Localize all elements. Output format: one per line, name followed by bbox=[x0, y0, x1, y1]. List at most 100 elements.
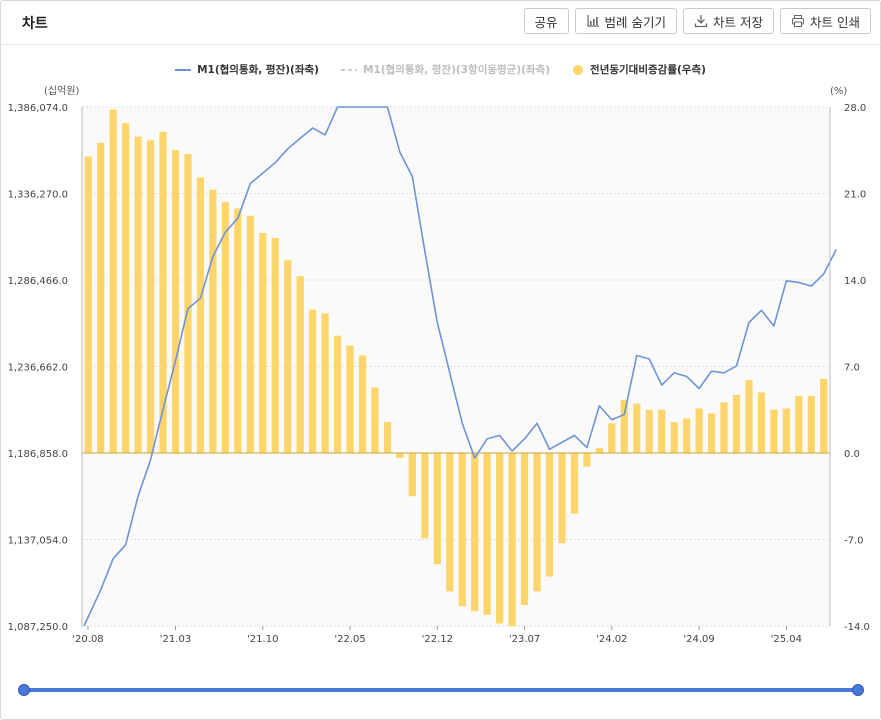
bar bbox=[271, 237, 279, 453]
bar bbox=[122, 123, 130, 454]
legend-item-m1[interactable]: M1(협의통화, 평잔)(좌축) bbox=[175, 62, 319, 77]
x-axis-tick-label: '21.10 bbox=[247, 634, 278, 645]
bar bbox=[296, 276, 304, 453]
bar bbox=[645, 409, 653, 453]
bar bbox=[583, 453, 591, 467]
save-chart-button[interactable]: 차트 저장 bbox=[683, 8, 775, 34]
bar bbox=[707, 413, 716, 453]
bar bbox=[371, 387, 379, 453]
bar bbox=[196, 177, 205, 453]
bar bbox=[520, 453, 529, 605]
bar bbox=[171, 150, 180, 453]
bar bbox=[471, 453, 479, 612]
x-axis-tick-label: '22.12 bbox=[422, 634, 453, 645]
bar bbox=[558, 453, 566, 544]
x-axis-tick-label: '23.07 bbox=[509, 634, 540, 645]
bar bbox=[670, 422, 678, 453]
range-slider-track[interactable] bbox=[24, 688, 858, 692]
hide-legend-button[interactable]: 범례 숨기기 bbox=[574, 8, 678, 34]
range-slider[interactable] bbox=[18, 684, 864, 696]
left-axis-tick-label: 1,236,662.0 bbox=[8, 363, 68, 374]
chart-plot: (십억원) (%) 1,386,074.0 28.0 1,336,270.0 21.0… bbox=[8, 85, 870, 645]
legend-item-yoy-rate[interactable]: 전년동기대비증감률(우측) bbox=[572, 62, 706, 77]
left-axis-tick-label: 1,336,270.0 bbox=[8, 190, 68, 201]
x-axis-tick-label: '24.02 bbox=[596, 634, 627, 645]
hide-legend-button-label: 범례 숨기기 bbox=[604, 14, 667, 30]
right-axis-tick-label: 0.0 bbox=[844, 449, 860, 460]
printer-icon bbox=[792, 15, 805, 27]
download-icon bbox=[694, 15, 708, 28]
share-button[interactable]: 공유 bbox=[523, 8, 569, 34]
bar bbox=[446, 453, 454, 592]
range-slider-start-handle[interactable] bbox=[18, 684, 30, 696]
bar bbox=[421, 453, 429, 539]
bar bbox=[570, 453, 579, 514]
right-axis-tick-label: 21.0 bbox=[844, 190, 866, 201]
left-axis-tick-label: 1,087,250.0 bbox=[8, 622, 68, 633]
bar bbox=[545, 453, 554, 577]
x-axis-tick-label: '21.03 bbox=[160, 634, 191, 645]
bar bbox=[458, 453, 466, 607]
bar bbox=[496, 453, 504, 624]
bar bbox=[321, 313, 329, 453]
left-axis-tick-label: 1,137,054.0 bbox=[8, 536, 68, 547]
save-chart-button-label: 차트 저장 bbox=[713, 14, 764, 30]
bar bbox=[346, 345, 354, 453]
bar bbox=[396, 453, 404, 458]
bar bbox=[259, 233, 267, 453]
bar bbox=[284, 260, 292, 453]
bar bbox=[146, 140, 155, 453]
legend-label-yoy-rate: 전년동기대비증감률(우측) bbox=[590, 64, 706, 76]
line-swatch-icon bbox=[175, 68, 192, 71]
bar bbox=[782, 408, 790, 453]
bar bbox=[333, 335, 342, 453]
toolbar: 공유 범례 숨기기 차트 저장 차트 인쇄 bbox=[523, 8, 871, 34]
dashed-line-swatch-icon bbox=[340, 68, 357, 71]
chart-legend: M1(협의통화, 평잔)(좌축) M1(협의통화, 평잔)(3항이동평균)(좌측… bbox=[0, 62, 881, 77]
x-axis-tick-label: '20.08 bbox=[72, 634, 103, 645]
right-axis-tick-label: 14.0 bbox=[844, 276, 866, 287]
bar bbox=[820, 378, 828, 453]
bar bbox=[807, 396, 815, 453]
bar bbox=[633, 403, 641, 453]
left-axis-unit: (십억원) bbox=[44, 85, 80, 97]
bar bbox=[159, 131, 167, 453]
right-axis-tick-label: -14.0 bbox=[844, 622, 870, 633]
right-axis-tick-label: -7.0 bbox=[844, 536, 864, 547]
legend-item-m1-moving-average[interactable]: M1(협의통화, 평잔)(3항이동평균)(좌측) bbox=[340, 62, 551, 77]
bar bbox=[720, 402, 728, 453]
bar bbox=[757, 392, 766, 453]
bar bbox=[84, 156, 92, 453]
bar bbox=[408, 453, 416, 497]
bar bbox=[483, 453, 491, 615]
x-axis-tick-label: '24.09 bbox=[683, 634, 714, 645]
share-button-label: 공유 bbox=[534, 14, 558, 30]
bar bbox=[184, 153, 192, 453]
bar bbox=[358, 355, 367, 453]
left-axis-tick-label: 1,286,466.0 bbox=[8, 276, 68, 287]
legend-label-m1-moving-average: M1(협의통화, 평잔)(3항이동평균)(좌측) bbox=[362, 64, 551, 76]
bar bbox=[683, 418, 691, 453]
bar bbox=[134, 136, 142, 453]
bar bbox=[595, 448, 603, 453]
bar bbox=[795, 396, 803, 453]
dot-swatch-icon bbox=[573, 64, 584, 75]
right-axis-unit: (%) bbox=[830, 86, 847, 97]
print-chart-button[interactable]: 차트 인쇄 bbox=[780, 8, 871, 34]
bar bbox=[620, 399, 628, 453]
bar bbox=[695, 408, 703, 453]
bar bbox=[745, 380, 753, 453]
range-slider-end-handle[interactable] bbox=[852, 684, 864, 696]
bar bbox=[221, 202, 229, 453]
bar bbox=[433, 453, 441, 565]
bar bbox=[770, 409, 778, 453]
left-axis-tick-label: 1,186,858.0 bbox=[8, 449, 68, 460]
bar bbox=[608, 423, 616, 453]
right-axis-tick-label: 28.0 bbox=[844, 103, 866, 114]
chart-bars-icon bbox=[586, 15, 599, 27]
x-axis-tick-label: '22.05 bbox=[334, 634, 365, 645]
bar bbox=[97, 142, 105, 454]
bar bbox=[508, 453, 516, 626]
bar bbox=[309, 309, 317, 453]
legend-label-m1: M1(협의통화, 평잔)(좌축) bbox=[197, 64, 319, 76]
